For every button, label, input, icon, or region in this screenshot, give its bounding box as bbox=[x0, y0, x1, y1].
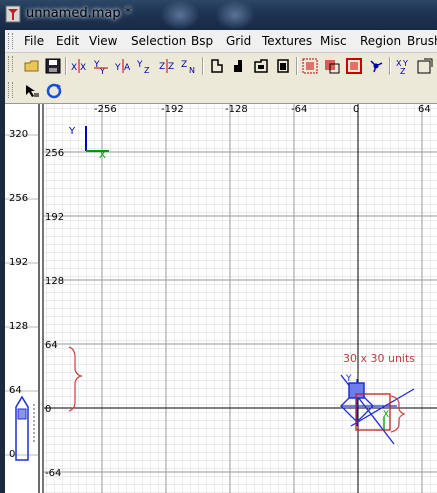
selection-x-label: X bbox=[383, 410, 390, 420]
menu-view[interactable]: View bbox=[89, 34, 117, 48]
rotate-icon[interactable] bbox=[45, 82, 63, 100]
svg-text:Z: Z bbox=[159, 62, 165, 72]
rotate-z-icon[interactable]: Z N bbox=[180, 57, 198, 75]
svg-text:N: N bbox=[189, 66, 195, 75]
z-brush bbox=[15, 395, 29, 461]
y-tick-label: 128 bbox=[45, 276, 65, 287]
svg-text:X: X bbox=[71, 63, 77, 73]
z-tick-label: 128 bbox=[9, 321, 29, 332]
title-glow bbox=[215, 0, 255, 30]
menu-misc[interactable]: Misc bbox=[320, 34, 347, 48]
y-tick-label: 64 bbox=[45, 340, 58, 351]
toolbar-grip[interactable] bbox=[8, 82, 13, 98]
svg-text:X: X bbox=[80, 63, 86, 73]
z-tick-label: 0 bbox=[9, 449, 16, 460]
gizmo-x-label: X bbox=[99, 150, 106, 161]
svg-text:Z: Z bbox=[181, 60, 187, 70]
menu-bar: File Edit View Selection Bsp Grid Textur… bbox=[5, 30, 437, 53]
main-toolbar: X X Y Y Y A Y Z Z Z Z N X Y Z bbox=[5, 53, 437, 80]
rotate-x-icon[interactable]: Y Z bbox=[136, 57, 154, 75]
svg-text:A: A bbox=[124, 63, 131, 73]
camera-icon[interactable] bbox=[274, 57, 292, 75]
select-inside-icon[interactable] bbox=[345, 57, 363, 75]
xy-grid-view[interactable]: -256 -192 -128 -64 0 64 256 192 128 64 0… bbox=[5, 104, 437, 493]
flip-x-icon[interactable]: X X bbox=[70, 57, 88, 75]
y-tick-label: -64 bbox=[45, 468, 62, 479]
toolbar-grip[interactable] bbox=[8, 56, 13, 72]
save-icon[interactable] bbox=[44, 57, 62, 75]
z-view-canvas[interactable] bbox=[5, 104, 38, 493]
menu-grip[interactable] bbox=[8, 33, 13, 49]
y-tick-label: 0 bbox=[45, 404, 52, 415]
open-file-icon[interactable] bbox=[23, 57, 41, 75]
toolbar-separator bbox=[389, 57, 391, 75]
scale-icon[interactable] bbox=[416, 57, 434, 75]
svg-text:Y: Y bbox=[99, 67, 105, 75]
svg-text:Z: Z bbox=[400, 67, 406, 75]
x-tick-label: 0 bbox=[353, 104, 360, 115]
flip-z-icon[interactable]: Y A bbox=[114, 57, 132, 75]
svg-text:Y: Y bbox=[136, 60, 143, 70]
svg-text:Y: Y bbox=[114, 63, 121, 73]
secondary-toolbar bbox=[5, 79, 437, 104]
menu-region[interactable]: Region bbox=[360, 34, 401, 48]
select-touching-icon[interactable] bbox=[323, 57, 341, 75]
x-tick-label: -64 bbox=[291, 104, 308, 115]
svg-text:Z: Z bbox=[144, 66, 150, 75]
menu-textures[interactable]: Textures bbox=[262, 34, 312, 48]
toolbar-separator bbox=[65, 57, 67, 75]
selection-y-label: Y bbox=[346, 374, 352, 384]
window-title: unnamed.map * bbox=[26, 6, 132, 21]
menu-file[interactable]: File bbox=[24, 34, 44, 48]
z-tick-label: 320 bbox=[9, 129, 29, 140]
z-tick-label: 256 bbox=[9, 193, 29, 204]
x-tick-label: -192 bbox=[161, 104, 184, 115]
menu-grid[interactable]: Grid bbox=[226, 34, 251, 48]
title-glow bbox=[160, 0, 200, 30]
cubic-clip-icon[interactable] bbox=[230, 57, 248, 75]
toolbar-separator bbox=[202, 57, 204, 75]
svg-text:Z: Z bbox=[168, 62, 174, 72]
entity-icon[interactable] bbox=[301, 57, 319, 75]
z-view[interactable]: 320 256 192 128 64 0 bbox=[5, 104, 40, 493]
title-bar: unnamed.map * bbox=[0, 0, 437, 30]
menu-bsp[interactable]: Bsp bbox=[191, 34, 213, 48]
menu-brush[interactable]: Brush bbox=[407, 34, 437, 48]
flip-y-icon[interactable]: Y Y bbox=[92, 57, 110, 75]
csg-subtract-icon[interactable] bbox=[367, 57, 385, 75]
z-tick-label: 64 bbox=[9, 385, 22, 396]
clipper-icon[interactable] bbox=[208, 57, 226, 75]
xyz-view-icon[interactable]: X Y Z bbox=[395, 57, 413, 75]
x-tick-label: -256 bbox=[94, 104, 117, 115]
texture-lock-icon[interactable] bbox=[252, 57, 270, 75]
menu-selection[interactable]: Selection bbox=[131, 34, 186, 48]
rotate-y-icon[interactable]: Z Z bbox=[158, 57, 176, 75]
y-tick-label: 256 bbox=[45, 148, 65, 159]
gizmo-y-label: Y bbox=[69, 126, 76, 137]
y-tick-label: 192 bbox=[45, 212, 65, 223]
grid-canvas[interactable] bbox=[5, 104, 437, 493]
pointer-icon[interactable] bbox=[23, 82, 41, 100]
app-icon[interactable] bbox=[5, 5, 21, 23]
x-tick-label: -128 bbox=[225, 104, 248, 115]
toolbar-separator bbox=[296, 57, 298, 75]
menu-edit[interactable]: Edit bbox=[56, 34, 79, 48]
brush-size-annotation: 30 x 30 units bbox=[343, 352, 416, 365]
z-tick-label: 192 bbox=[9, 257, 29, 268]
x-tick-label: 64 bbox=[418, 104, 431, 115]
